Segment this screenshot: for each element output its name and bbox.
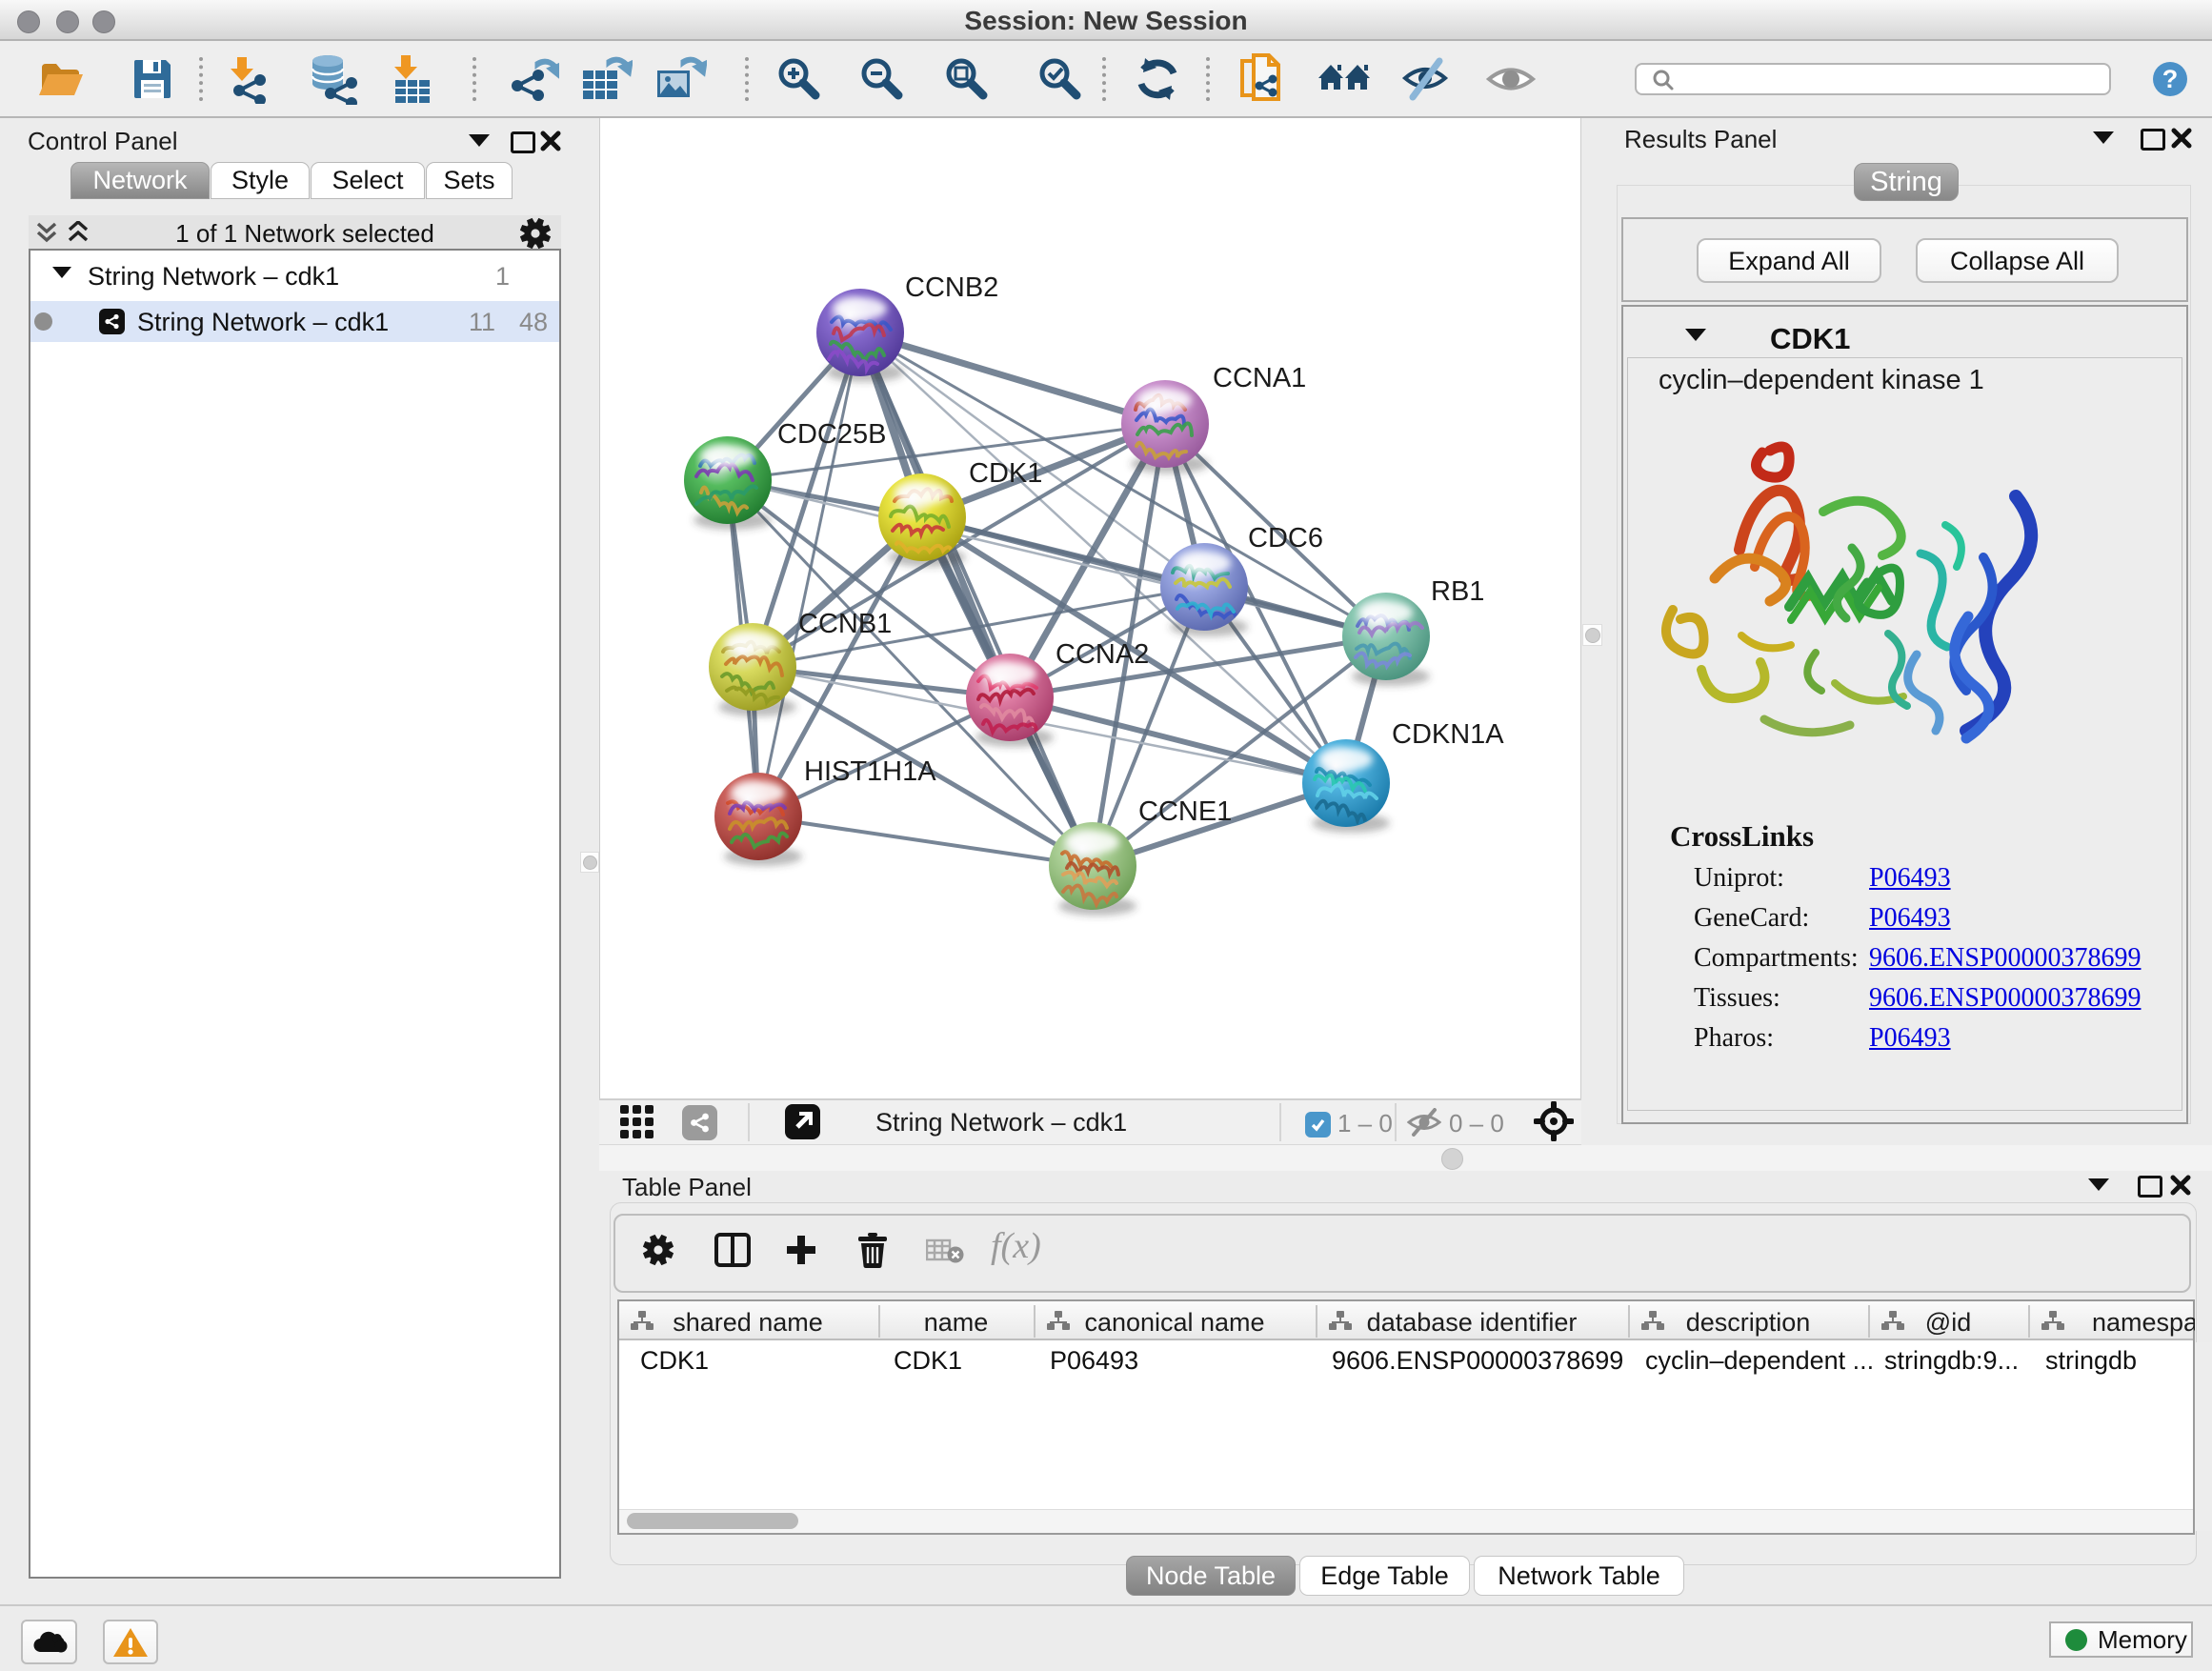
svg-text:CCNA2: CCNA2 [1056,639,1149,670]
svg-text:HIST1H1A: HIST1H1A [804,756,936,787]
svg-text:CDC6: CDC6 [1248,523,1323,554]
svg-text:CDC25B: CDC25B [777,419,886,450]
svg-text:CCNB2: CCNB2 [905,272,998,303]
svg-text:CDKN1A: CDKN1A [1392,719,1504,750]
svg-text:CDK1: CDK1 [969,458,1042,489]
svg-text:CCNE1: CCNE1 [1138,796,1232,827]
svg-text:CCNA1: CCNA1 [1213,363,1306,393]
svg-text:CCNB1: CCNB1 [798,609,892,639]
svg-text:RB1: RB1 [1431,576,1484,607]
